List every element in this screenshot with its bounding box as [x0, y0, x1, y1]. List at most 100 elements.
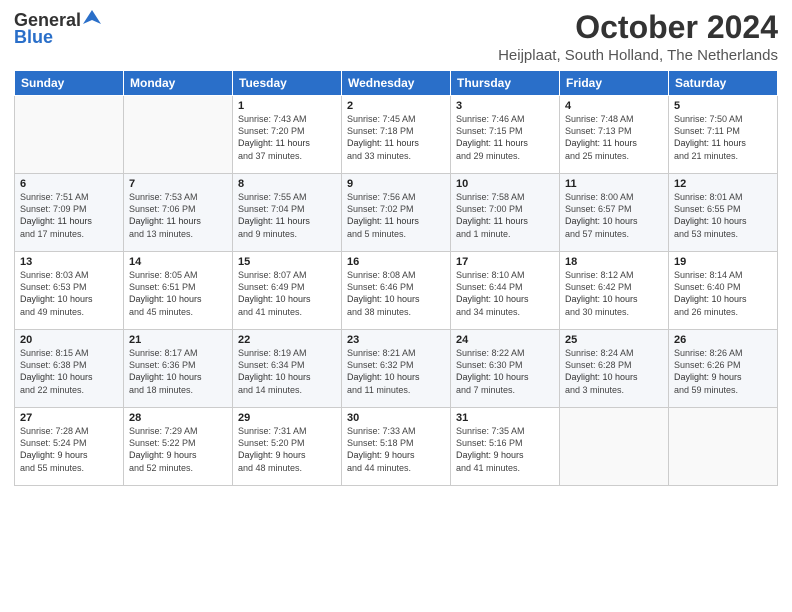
- header-tuesday: Tuesday: [233, 71, 342, 96]
- table-row: 9Sunrise: 7:56 AMSunset: 7:02 PMDaylight…: [342, 174, 451, 252]
- table-row: [124, 96, 233, 174]
- header-wednesday: Wednesday: [342, 71, 451, 96]
- table-row: 22Sunrise: 8:19 AMSunset: 6:34 PMDayligh…: [233, 330, 342, 408]
- cell-content: Sunrise: 8:26 AMSunset: 6:26 PMDaylight:…: [674, 347, 772, 396]
- cell-content: Sunrise: 8:10 AMSunset: 6:44 PMDaylight:…: [456, 269, 554, 318]
- logo: General Blue: [14, 10, 101, 48]
- cell-content: Sunrise: 7:53 AMSunset: 7:06 PMDaylight:…: [129, 191, 227, 240]
- day-number: 31: [456, 412, 554, 424]
- table-row: 25Sunrise: 8:24 AMSunset: 6:28 PMDayligh…: [560, 330, 669, 408]
- table-row: 10Sunrise: 7:58 AMSunset: 7:00 PMDayligh…: [451, 174, 560, 252]
- day-number: 7: [129, 178, 227, 190]
- cell-content: Sunrise: 8:21 AMSunset: 6:32 PMDaylight:…: [347, 347, 445, 396]
- table-row: 15Sunrise: 8:07 AMSunset: 6:49 PMDayligh…: [233, 252, 342, 330]
- table-row: 19Sunrise: 8:14 AMSunset: 6:40 PMDayligh…: [669, 252, 778, 330]
- table-row: 21Sunrise: 8:17 AMSunset: 6:36 PMDayligh…: [124, 330, 233, 408]
- day-number: 11: [565, 178, 663, 190]
- table-row: 13Sunrise: 8:03 AMSunset: 6:53 PMDayligh…: [15, 252, 124, 330]
- table-row: 29Sunrise: 7:31 AMSunset: 5:20 PMDayligh…: [233, 408, 342, 486]
- table-row: 24Sunrise: 8:22 AMSunset: 6:30 PMDayligh…: [451, 330, 560, 408]
- table-row: 26Sunrise: 8:26 AMSunset: 6:26 PMDayligh…: [669, 330, 778, 408]
- header-thursday: Thursday: [451, 71, 560, 96]
- cell-content: Sunrise: 7:45 AMSunset: 7:18 PMDaylight:…: [347, 113, 445, 162]
- location-title: Heijplaat, South Holland, The Netherland…: [498, 47, 778, 64]
- cell-content: Sunrise: 8:12 AMSunset: 6:42 PMDaylight:…: [565, 269, 663, 318]
- table-row: 14Sunrise: 8:05 AMSunset: 6:51 PMDayligh…: [124, 252, 233, 330]
- day-number: 30: [347, 412, 445, 424]
- cell-content: Sunrise: 8:15 AMSunset: 6:38 PMDaylight:…: [20, 347, 118, 396]
- table-row: 3Sunrise: 7:46 AMSunset: 7:15 PMDaylight…: [451, 96, 560, 174]
- table-row: 31Sunrise: 7:35 AMSunset: 5:16 PMDayligh…: [451, 408, 560, 486]
- calendar-week-row: 1Sunrise: 7:43 AMSunset: 7:20 PMDaylight…: [15, 96, 778, 174]
- header-sunday: Sunday: [15, 71, 124, 96]
- header-friday: Friday: [560, 71, 669, 96]
- month-title: October 2024: [498, 10, 778, 45]
- day-number: 8: [238, 178, 336, 190]
- calendar-week-row: 20Sunrise: 8:15 AMSunset: 6:38 PMDayligh…: [15, 330, 778, 408]
- calendar-header-row: Sunday Monday Tuesday Wednesday Thursday…: [15, 71, 778, 96]
- cell-content: Sunrise: 8:08 AMSunset: 6:46 PMDaylight:…: [347, 269, 445, 318]
- day-number: 3: [456, 100, 554, 112]
- table-row: 30Sunrise: 7:33 AMSunset: 5:18 PMDayligh…: [342, 408, 451, 486]
- day-number: 21: [129, 334, 227, 346]
- table-row: 28Sunrise: 7:29 AMSunset: 5:22 PMDayligh…: [124, 408, 233, 486]
- day-number: 25: [565, 334, 663, 346]
- day-number: 19: [674, 256, 772, 268]
- day-number: 2: [347, 100, 445, 112]
- day-number: 10: [456, 178, 554, 190]
- day-number: 15: [238, 256, 336, 268]
- cell-content: Sunrise: 7:48 AMSunset: 7:13 PMDaylight:…: [565, 113, 663, 162]
- cell-content: Sunrise: 7:28 AMSunset: 5:24 PMDaylight:…: [20, 425, 118, 474]
- cell-content: Sunrise: 7:31 AMSunset: 5:20 PMDaylight:…: [238, 425, 336, 474]
- day-number: 14: [129, 256, 227, 268]
- header-monday: Monday: [124, 71, 233, 96]
- cell-content: Sunrise: 7:35 AMSunset: 5:16 PMDaylight:…: [456, 425, 554, 474]
- day-number: 24: [456, 334, 554, 346]
- table-row: 1Sunrise: 7:43 AMSunset: 7:20 PMDaylight…: [233, 96, 342, 174]
- day-number: 18: [565, 256, 663, 268]
- day-number: 4: [565, 100, 663, 112]
- day-number: 28: [129, 412, 227, 424]
- table-row: [560, 408, 669, 486]
- table-row: 11Sunrise: 8:00 AMSunset: 6:57 PMDayligh…: [560, 174, 669, 252]
- day-number: 13: [20, 256, 118, 268]
- table-row: 23Sunrise: 8:21 AMSunset: 6:32 PMDayligh…: [342, 330, 451, 408]
- calendar-week-row: 13Sunrise: 8:03 AMSunset: 6:53 PMDayligh…: [15, 252, 778, 330]
- table-row: 16Sunrise: 8:08 AMSunset: 6:46 PMDayligh…: [342, 252, 451, 330]
- day-number: 9: [347, 178, 445, 190]
- table-row: 8Sunrise: 7:55 AMSunset: 7:04 PMDaylight…: [233, 174, 342, 252]
- day-number: 27: [20, 412, 118, 424]
- day-number: 16: [347, 256, 445, 268]
- day-number: 5: [674, 100, 772, 112]
- day-number: 23: [347, 334, 445, 346]
- cell-content: Sunrise: 8:03 AMSunset: 6:53 PMDaylight:…: [20, 269, 118, 318]
- cell-content: Sunrise: 8:24 AMSunset: 6:28 PMDaylight:…: [565, 347, 663, 396]
- table-row: 2Sunrise: 7:45 AMSunset: 7:18 PMDaylight…: [342, 96, 451, 174]
- table-row: 6Sunrise: 7:51 AMSunset: 7:09 PMDaylight…: [15, 174, 124, 252]
- day-number: 22: [238, 334, 336, 346]
- table-row: 18Sunrise: 8:12 AMSunset: 6:42 PMDayligh…: [560, 252, 669, 330]
- table-row: [669, 408, 778, 486]
- cell-content: Sunrise: 7:33 AMSunset: 5:18 PMDaylight:…: [347, 425, 445, 474]
- table-row: 17Sunrise: 8:10 AMSunset: 6:44 PMDayligh…: [451, 252, 560, 330]
- cell-content: Sunrise: 8:14 AMSunset: 6:40 PMDaylight:…: [674, 269, 772, 318]
- cell-content: Sunrise: 7:56 AMSunset: 7:02 PMDaylight:…: [347, 191, 445, 240]
- table-row: 12Sunrise: 8:01 AMSunset: 6:55 PMDayligh…: [669, 174, 778, 252]
- day-number: 12: [674, 178, 772, 190]
- cell-content: Sunrise: 8:05 AMSunset: 6:51 PMDaylight:…: [129, 269, 227, 318]
- calendar-page: General Blue October 2024 Heijplaat, Sou…: [0, 0, 792, 612]
- logo-blue-text: Blue: [14, 27, 53, 48]
- cell-content: Sunrise: 7:43 AMSunset: 7:20 PMDaylight:…: [238, 113, 336, 162]
- cell-content: Sunrise: 8:19 AMSunset: 6:34 PMDaylight:…: [238, 347, 336, 396]
- logo-bird-icon: [83, 10, 101, 31]
- calendar-week-row: 6Sunrise: 7:51 AMSunset: 7:09 PMDaylight…: [15, 174, 778, 252]
- day-number: 17: [456, 256, 554, 268]
- cell-content: Sunrise: 7:29 AMSunset: 5:22 PMDaylight:…: [129, 425, 227, 474]
- header: General Blue October 2024 Heijplaat, Sou…: [14, 10, 778, 64]
- cell-content: Sunrise: 8:07 AMSunset: 6:49 PMDaylight:…: [238, 269, 336, 318]
- cell-content: Sunrise: 7:50 AMSunset: 7:11 PMDaylight:…: [674, 113, 772, 162]
- cell-content: Sunrise: 8:17 AMSunset: 6:36 PMDaylight:…: [129, 347, 227, 396]
- cell-content: Sunrise: 7:58 AMSunset: 7:00 PMDaylight:…: [456, 191, 554, 240]
- calendar-table: Sunday Monday Tuesday Wednesday Thursday…: [14, 70, 778, 486]
- header-saturday: Saturday: [669, 71, 778, 96]
